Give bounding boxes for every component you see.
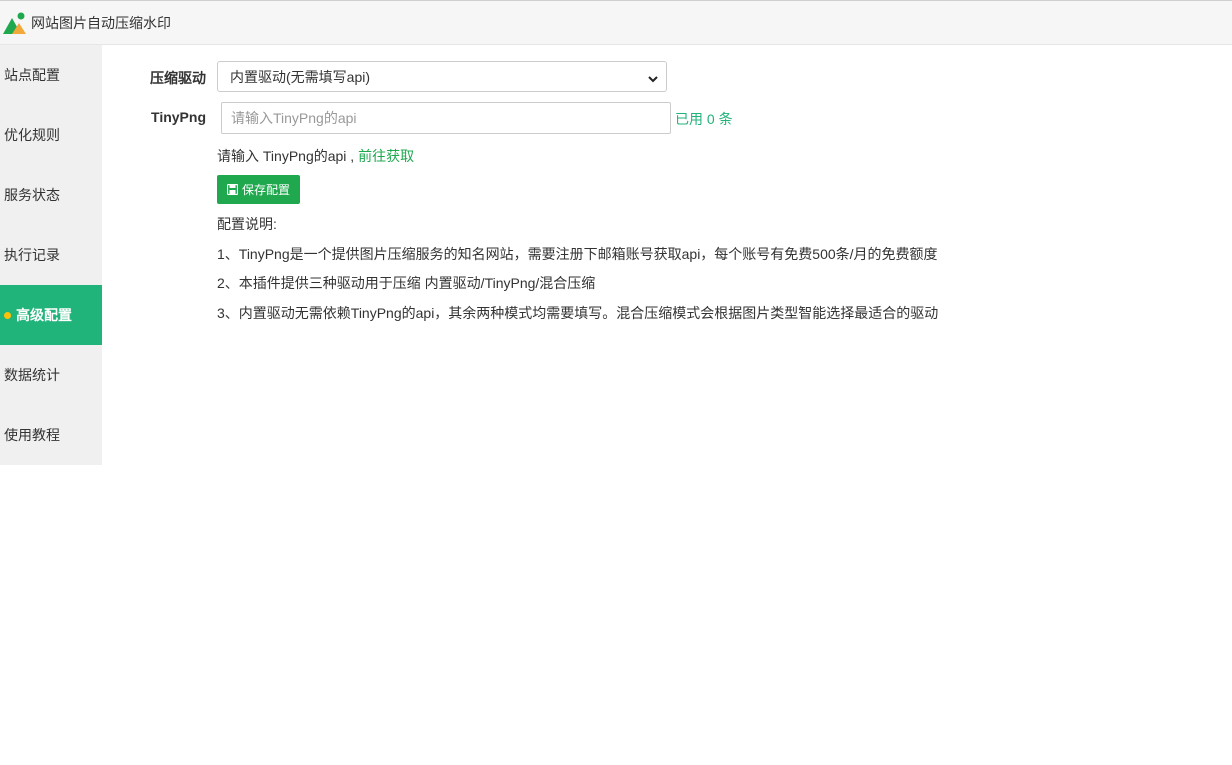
sidebar-item-label: 站点配置 <box>4 67 60 83</box>
usage-count: 已用 0 条 <box>675 111 733 127</box>
main-content: 压缩驱动 内置驱动(无需填写api) TinyPng 请输入TinyPng的ap… <box>102 45 1232 765</box>
tinypng-api-placeholder: 请输入TinyPng的api <box>231 110 357 126</box>
sidebar-item-optimize-rules[interactable]: 优化规则 <box>0 105 102 165</box>
driver-select[interactable]: 内置驱动(无需填写api) <box>217 61 667 92</box>
sidebar-item-statistics[interactable]: 数据统计 <box>0 345 102 405</box>
save-icon <box>226 183 239 196</box>
save-config-label: 保存配置 <box>241 183 290 197</box>
notes-line: 1、TinyPng是一个提供图片压缩服务的知名网站，需要注册下邮箱账号获取api… <box>217 245 938 262</box>
notes-line: 3、内置驱动无需依赖TinyPng的api，其余两种模式均需要填写。混合压缩模式… <box>217 304 939 321</box>
sidebar-item-label: 使用教程 <box>4 427 60 443</box>
active-dot-icon <box>4 311 11 319</box>
api-hint: 请输入 TinyPng的api , 前往获取 <box>217 146 414 166</box>
driver-select-value: 内置驱动(无需填写api) <box>230 68 371 85</box>
sidebar-item-label: 执行记录 <box>4 247 60 263</box>
chevron-down-icon <box>648 71 658 83</box>
sidebar-item-label: 数据统计 <box>4 367 60 383</box>
sidebar-item-advanced-config[interactable]: 高级配置 <box>0 285 102 345</box>
driver-label: 压缩驱动 <box>150 70 206 86</box>
notes-line: 2、本插件提供三种驱动用于压缩 内置驱动/TinyPng/混合压缩 <box>217 275 596 291</box>
sidebar-item-tutorial[interactable]: 使用教程 <box>0 405 102 465</box>
notes-title: 配置说明: <box>217 216 277 232</box>
get-api-link[interactable]: 前往获取 <box>358 148 414 164</box>
sidebar-item-site-config[interactable]: 站点配置 <box>0 45 102 105</box>
sidebar-item-label: 优化规则 <box>4 127 60 143</box>
sidebar: 站点配置 优化规则 服务状态 执行记录 高级配置 数据统计 使用教程 <box>0 45 102 465</box>
sidebar-item-label: 服务状态 <box>4 187 60 203</box>
sidebar-item-service-status[interactable]: 服务状态 <box>0 165 102 225</box>
sidebar-item-label: 高级配置 <box>16 307 72 323</box>
save-config-button[interactable]: 保存配置 <box>217 175 300 204</box>
api-hint-text: 请输入 TinyPng的api , <box>217 148 355 164</box>
config-notes: 配置说明: 1、TinyPng是一个提供图片压缩服务的知名网站，需要注册下邮箱账… <box>217 216 938 334</box>
app-title: 网站图片自动压缩水印 <box>31 14 171 31</box>
tinypng-api-input[interactable]: 请输入TinyPng的api <box>221 102 671 134</box>
tinypng-label: TinyPng <box>151 109 206 125</box>
sidebar-item-exec-log[interactable]: 执行记录 <box>0 225 102 285</box>
app-logo-icon <box>3 12 27 34</box>
title-bar: 网站图片自动压缩水印 <box>0 0 1232 45</box>
